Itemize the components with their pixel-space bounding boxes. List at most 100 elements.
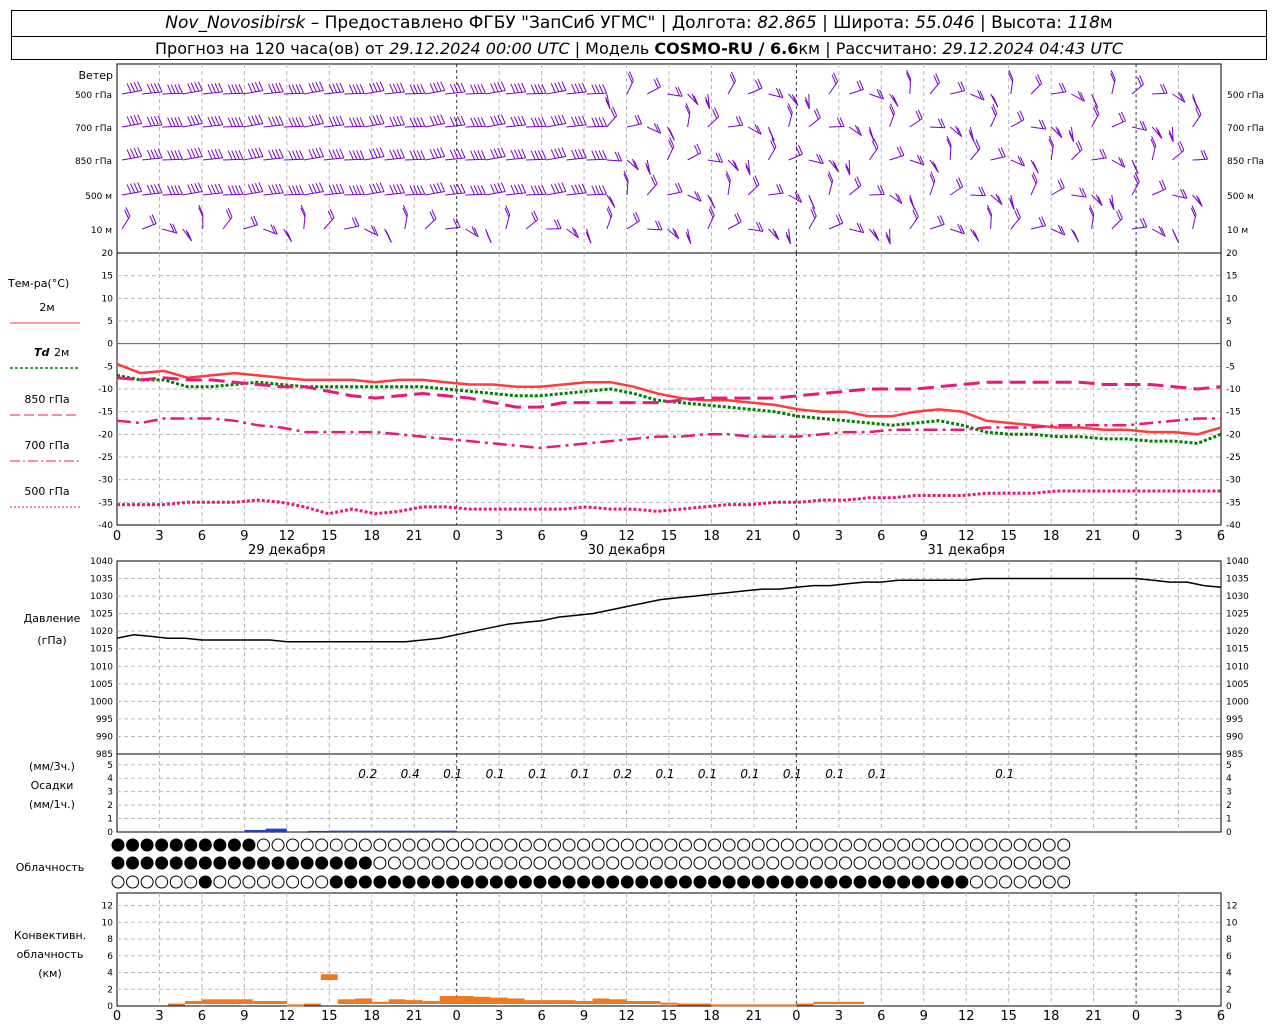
legend-label: 700 гПа [24, 439, 69, 452]
cloud-symbol [868, 875, 882, 889]
wind-barb [323, 91, 344, 95]
wind-barb-feather [295, 185, 301, 195]
precip-amount-label: 0.1 [571, 767, 590, 781]
wind-barb [1131, 126, 1147, 131]
wind-barb-feather [534, 185, 540, 195]
hour-label: 0 [1132, 529, 1140, 544]
wind-barb [505, 192, 526, 196]
wind-barb [243, 123, 263, 128]
pressure-tick-right: 1005 [1226, 680, 1249, 690]
pressure-tick-right: 1025 [1226, 610, 1249, 620]
cloud-symbol [402, 875, 416, 889]
precip-amount-label: 0.2 [613, 767, 632, 781]
wind-barb [303, 191, 324, 196]
precip-tick-left: 3 [107, 788, 113, 798]
hour-label: 3 [1174, 529, 1182, 544]
wind-level-label: 850 гПа [1227, 157, 1264, 167]
wind-barb [546, 90, 566, 95]
wind-barb [243, 191, 263, 196]
cloud-symbol [315, 856, 329, 870]
cloud-symbol [533, 875, 547, 889]
cloud-symbol [460, 875, 474, 889]
wind-barb [889, 154, 905, 161]
wind-barb-feather [400, 148, 405, 159]
wind-barb-feather [510, 116, 516, 127]
wind-barb-feather [392, 184, 398, 194]
cloud-symbol [1057, 838, 1071, 852]
wind-barb-feather [420, 185, 426, 195]
wind-barb [283, 125, 304, 128]
wind-barb-feather [440, 114, 446, 124]
wind-barb-feather [271, 184, 277, 194]
wind-barb-feather [339, 82, 345, 93]
wind-barb-feather [154, 116, 159, 126]
wind-barb [566, 192, 587, 196]
wind-barb-feather [133, 182, 139, 193]
pressure-tick-right: 1020 [1226, 627, 1249, 637]
wind-barb-feather [167, 185, 173, 195]
cloud-symbol [257, 856, 270, 870]
wind-barb-feather [133, 147, 139, 158]
hour-label: 15 [321, 529, 338, 544]
wind-barb-feather [517, 184, 523, 194]
pressure-unit: (гПа) [37, 634, 66, 647]
wind-barb-feather [278, 82, 284, 93]
wind-barb-feather [598, 117, 604, 127]
temp-tick-right: -20 [1226, 430, 1241, 440]
wind-barb-feather [251, 183, 257, 193]
wind-barb-feather [291, 117, 297, 127]
hour-label-bottom: 12 [958, 1009, 975, 1024]
wind-barb-feather [557, 114, 563, 125]
cloud-symbol [475, 875, 489, 889]
convective-bar [694, 1003, 712, 1006]
cloud-symbol [286, 856, 300, 870]
cloud-symbol [373, 856, 387, 870]
wind-barb-feather [436, 147, 442, 158]
cloud-symbol [984, 875, 998, 889]
temp-tick-right: 20 [1226, 249, 1238, 259]
wind-barb-feather [275, 83, 281, 93]
precip-amount-label: 0.4 [401, 767, 420, 781]
precip-amount-label: 0.1 [443, 767, 462, 781]
conv-tick-right: 6 [1226, 952, 1232, 962]
wind-barb-feather [211, 116, 216, 126]
cloud-symbol [227, 856, 241, 870]
convective-bar [371, 1001, 389, 1004]
wind-barb-feather [218, 148, 224, 159]
wind-barb-feather [550, 149, 556, 159]
wind-barb [303, 90, 324, 95]
cloud-symbol [620, 875, 634, 889]
hour-label: 18 [703, 529, 720, 544]
precip-amount-label: 0.1 [783, 767, 802, 781]
cloud-symbol [329, 875, 343, 889]
wind-barb [222, 193, 244, 196]
hour-label-bottom: 0 [113, 1009, 121, 1024]
temp-tick-left: 15 [102, 272, 113, 282]
wind-barb [485, 90, 506, 95]
cloud-symbol [824, 875, 838, 889]
cloud-symbol [999, 856, 1013, 870]
wind-barb [465, 193, 486, 196]
wind-barb-feather [1032, 172, 1038, 182]
wind-barb [1172, 194, 1188, 199]
convective-bar [456, 995, 474, 1004]
cloud-symbol [1013, 875, 1027, 889]
cloud-symbol [489, 838, 503, 852]
pressure-tick-left: 1025 [90, 610, 113, 620]
wind-barb-feather [157, 148, 163, 159]
wind-barb-feather [150, 149, 156, 159]
wind-barb-feather [332, 184, 338, 194]
wind-barb [404, 158, 425, 161]
hour-label-bottom: 18 [363, 1009, 380, 1024]
wind-barb-feather [500, 147, 506, 157]
cloud-symbol [766, 875, 780, 889]
wind-barb-feather [311, 183, 317, 193]
wind-barb-feather [591, 84, 597, 94]
cloud-symbol [504, 875, 518, 889]
wind-barb [344, 225, 360, 230]
conv-tick-right: 4 [1226, 969, 1232, 979]
wind-barb-feather [319, 147, 324, 157]
hour-label-bottom: 21 [746, 1009, 763, 1024]
temp-tick-left: -15 [98, 408, 113, 418]
wind-barb-feather [231, 84, 237, 94]
